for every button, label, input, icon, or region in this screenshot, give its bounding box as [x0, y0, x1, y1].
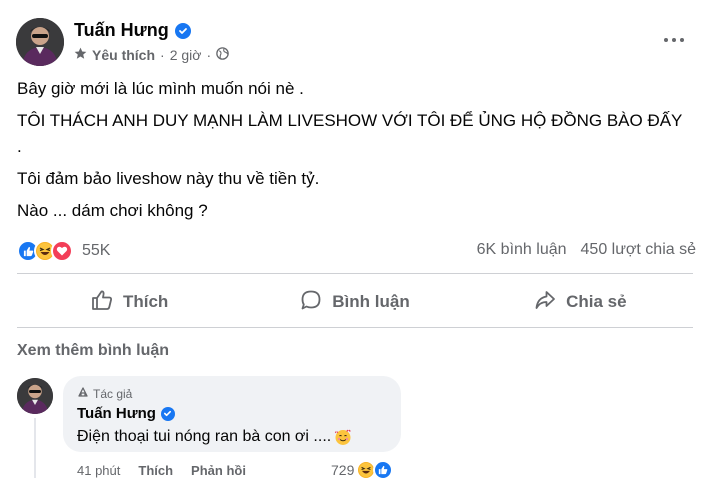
- reactions-summary[interactable]: 55K: [17, 240, 110, 262]
- post-author[interactable]: Tuấn Hưng: [74, 20, 191, 41]
- share-label: Chia sẻ: [566, 292, 627, 311]
- meta-separator: ·: [160, 47, 165, 63]
- comment-reply-button[interactable]: Phản hồi: [191, 463, 246, 478]
- share-icon: [534, 289, 556, 316]
- comment-thread-line: [34, 418, 36, 478]
- author-badge-label: Tác giả: [93, 386, 133, 401]
- comment-reactions[interactable]: 729: [331, 460, 394, 480]
- star-icon: [74, 47, 87, 63]
- comment-like-button[interactable]: Thích: [138, 463, 173, 478]
- thumbs-up-icon: [91, 289, 113, 316]
- comment-icon: [300, 289, 322, 316]
- post-meta: Yêu thích · 2 giờ ·: [74, 47, 229, 63]
- like-label: Thích: [122, 292, 169, 311]
- post-paragraph: Bây giờ mới là lúc mình muốn nói nè .: [17, 79, 304, 98]
- view-more-comments-link[interactable]: Xem thêm bình luận: [17, 342, 169, 360]
- favorite-label[interactable]: Yêu thích: [92, 47, 155, 63]
- comment-time[interactable]: 41 phút: [77, 463, 120, 478]
- comment-meta: 41 phút Thích Phản hồi: [77, 463, 246, 478]
- smiling-hearts-emoji: [334, 428, 352, 446]
- comment-button[interactable]: Bình luận: [242, 280, 467, 324]
- divider: [17, 273, 693, 274]
- post-time[interactable]: 2 giờ: [170, 47, 202, 63]
- post-paragraph: TÔI THÁCH ANH DUY MẠNH LÀM LIVESHOW VỚI …: [17, 111, 683, 130]
- share-count[interactable]: 450 lượt chia sẻ: [581, 241, 696, 259]
- comment-author-avatar[interactable]: [17, 378, 53, 414]
- post-paragraph: .: [17, 137, 22, 156]
- share-button[interactable]: Chia sẻ: [468, 280, 693, 324]
- post-paragraph: Nào ... dám chơi không ?: [17, 201, 208, 220]
- comment-text-content: Điện thoại tui nóng ran bà con ơi ....: [77, 428, 332, 445]
- meta-separator-2: ·: [206, 47, 212, 63]
- comment-text: Điện thoại tui nóng ran bà con ơi ....: [77, 428, 352, 446]
- verified-icon: [160, 406, 175, 421]
- love-reaction-icon: [51, 240, 73, 262]
- author-avatar[interactable]: [16, 18, 64, 66]
- comment-author-name[interactable]: Tuấn Hưng: [77, 405, 156, 422]
- verified-icon: [174, 22, 191, 39]
- author-badge-icon: [77, 386, 89, 401]
- post-content: Bây giờ mới là lúc mình muốn nói nè . TÔ…: [17, 78, 697, 232]
- reaction-count[interactable]: 55K: [82, 242, 110, 260]
- facebook-post: Tuấn Hưng Yêu thích · 2 giờ · Bây giờ mớ…: [0, 0, 710, 493]
- comment-label: Bình luận: [332, 292, 410, 311]
- post-stats: 6K bình luận 450 lượt chia sẻ: [477, 241, 696, 259]
- comment-author[interactable]: Tuấn Hưng: [77, 405, 175, 422]
- globe-icon: [216, 47, 229, 63]
- post-actions: Thích Bình luận Chia sẻ: [17, 280, 693, 324]
- more-icon: [664, 38, 668, 42]
- comment-bubble: Tác giả Tuấn Hưng Điện thoại tui nóng ra…: [63, 376, 401, 452]
- post-paragraph: Tôi đảm bảo liveshow này thu về tiền tỷ.: [17, 169, 320, 188]
- like-button[interactable]: Thích: [17, 280, 242, 324]
- more-options-button[interactable]: [658, 28, 690, 52]
- like-reaction-icon: [373, 460, 394, 480]
- post-author-name[interactable]: Tuấn Hưng: [74, 20, 169, 41]
- author-badge: Tác giả: [77, 386, 132, 401]
- comment-count[interactable]: 6K bình luận: [477, 241, 567, 259]
- divider: [17, 327, 693, 328]
- comment-reaction-count: 729: [331, 462, 355, 478]
